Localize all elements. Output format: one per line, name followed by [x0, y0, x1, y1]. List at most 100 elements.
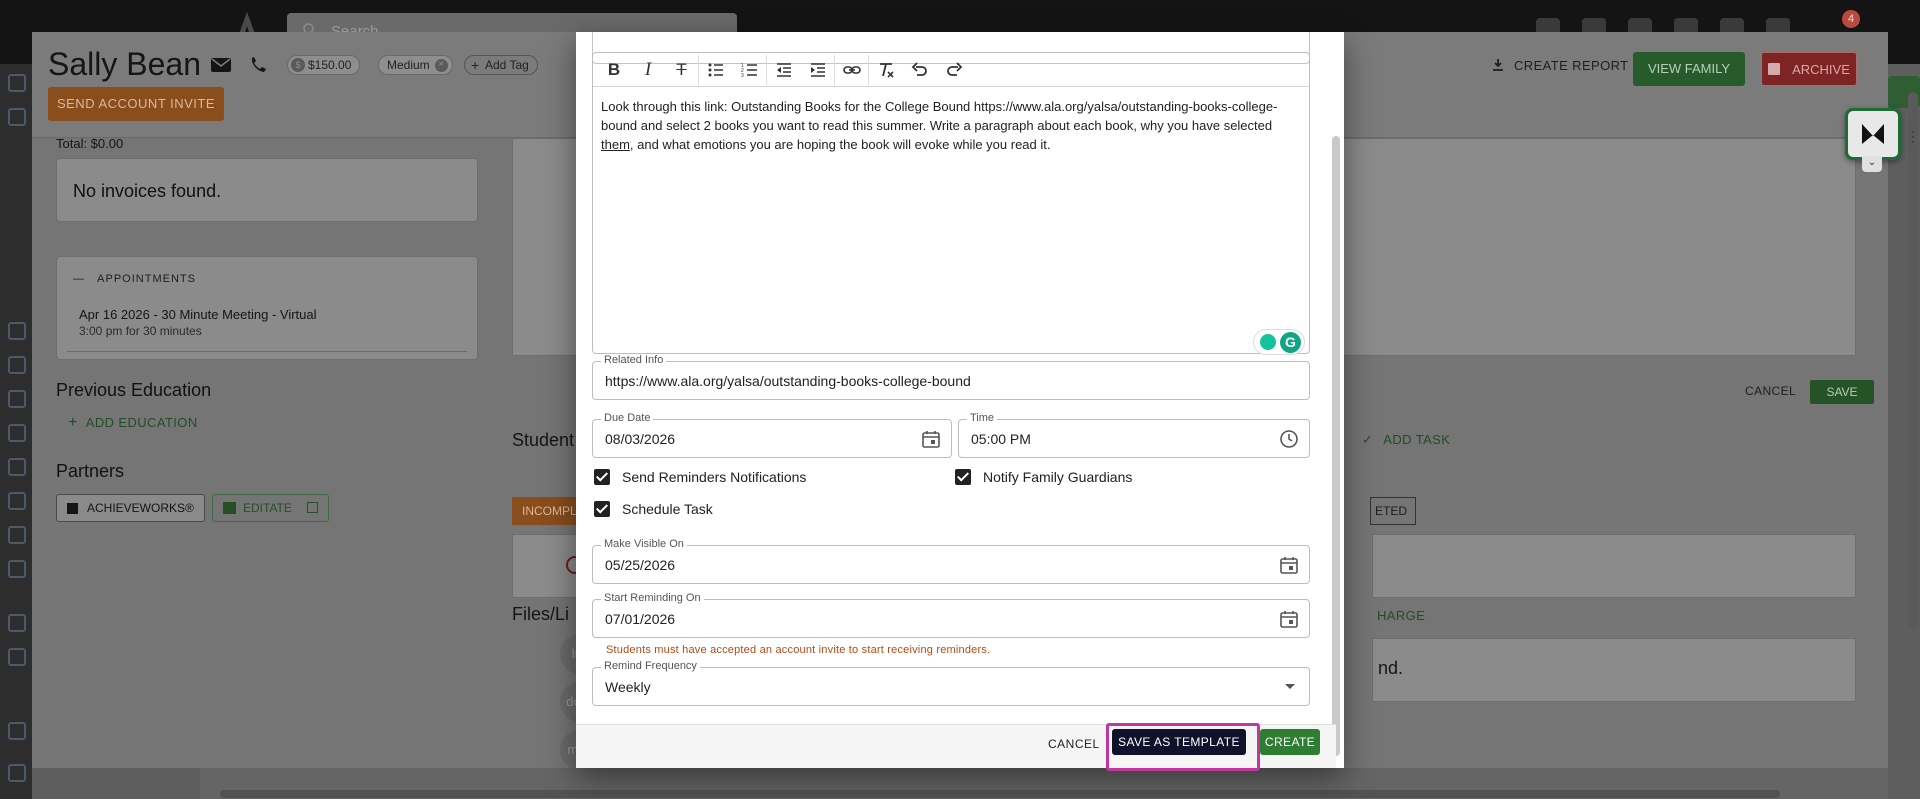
link-icon[interactable] — [835, 54, 869, 85]
editate-label: EDITATE — [243, 501, 292, 515]
archive-button[interactable]: ARCHIVE — [1761, 52, 1857, 86]
clock-icon[interactable] — [1279, 429, 1299, 449]
balance-chip[interactable]: $ $150.00 — [287, 55, 361, 75]
collapse-icon: — — [73, 273, 98, 285]
checkbox-checked-icon[interactable] — [594, 469, 610, 485]
partners-heading: Partners — [56, 461, 125, 481]
clear-format-icon[interactable] — [869, 55, 903, 85]
chart-icon — [67, 503, 78, 514]
time-field[interactable]: Time 05:00 PM — [958, 412, 1310, 458]
drag-handle-icon[interactable]: ⋮⋮ — [1906, 128, 1920, 145]
send-reminders-label: Send Reminders Notifications — [622, 469, 807, 485]
view-family-button[interactable]: VIEW FAMILY — [1633, 52, 1745, 86]
send-reminders-checkbox[interactable]: Send Reminders Notifications — [594, 469, 806, 485]
appointment-time: 3:00 pm for 30 minutes — [79, 324, 202, 338]
priority-label: Medium — [387, 58, 430, 72]
reminder-warning-text: Students must have accepted an account i… — [606, 644, 991, 656]
time-label: Time — [967, 412, 998, 424]
left-nav-rail — [0, 64, 32, 799]
related-info-field[interactable]: Related Info https://www.ala.org/yalsa/o… — [592, 354, 1310, 400]
create-report-button[interactable]: CREATE REPORT — [1492, 58, 1629, 73]
appointments-header[interactable]: — APPOINTMENTS — [73, 273, 196, 285]
plus-icon: + — [471, 57, 480, 73]
layers-icon[interactable] — [8, 322, 26, 340]
inbox-icon[interactable] — [8, 492, 26, 510]
list-icon[interactable] — [8, 458, 26, 476]
outdent-icon[interactable] — [767, 55, 801, 85]
dropdown-arrow-icon[interactable] — [1285, 684, 1295, 689]
signature-icon[interactable] — [8, 764, 26, 782]
library-icon[interactable] — [8, 356, 26, 374]
achieveworks-label: ACHIEVEWORKS® — [87, 501, 194, 515]
grammarly-icon[interactable]: G — [1280, 332, 1301, 353]
add-education-button[interactable]: + ADD EDUCATION — [68, 414, 198, 432]
indent-icon[interactable] — [801, 54, 835, 85]
mail-icon[interactable] — [8, 648, 26, 666]
bold-icon[interactable]: B — [597, 55, 631, 85]
cancel-button[interactable]: CANCEL — [1048, 737, 1100, 751]
numbered-list-icon[interactable]: 123 — [733, 54, 767, 85]
start-reminding-label: Start Reminding On — [601, 592, 704, 604]
add-tag-button[interactable]: + Add Tag — [464, 55, 538, 75]
schedule-task-label: Schedule Task — [622, 501, 713, 517]
email-icon[interactable] — [210, 56, 232, 74]
dollar-icon: $ — [291, 58, 305, 72]
horizontal-scrollbar[interactable] — [220, 790, 1780, 798]
checkbox-checked-icon[interactable] — [955, 469, 971, 485]
create-button[interactable]: CREATE — [1260, 729, 1320, 755]
time-value: 05:00 PM — [971, 431, 1031, 447]
dialog-scrollbar[interactable] — [1332, 136, 1340, 756]
achieveworks-button[interactable]: ACHIEVEWORKS® — [56, 494, 205, 522]
description-editor[interactable]: B I T 123 Look through this link: Outsta… — [592, 52, 1310, 355]
charge-button[interactable]: HARGE — [1377, 608, 1425, 623]
add-education-label: ADD EDUCATION — [85, 415, 198, 430]
bookmark-check-icon — [1862, 124, 1884, 144]
strikethrough-icon[interactable]: T — [665, 54, 699, 85]
workflow-icon[interactable] — [8, 390, 26, 408]
make-visible-field[interactable]: Make Visible On 05/25/2026 — [592, 538, 1310, 584]
focus-highlight — [1106, 723, 1260, 771]
add-task-button[interactable]: ✓ ADD TASK — [1362, 432, 1450, 448]
calendar-icon[interactable] — [1279, 555, 1299, 575]
dollar-icon[interactable] — [8, 722, 26, 740]
due-date-field[interactable]: Due Date 08/03/2026 — [592, 412, 952, 458]
redo-icon[interactable] — [937, 55, 971, 85]
chip-remove-icon[interactable]: × — [434, 59, 448, 72]
notes-save-button[interactable]: SAVE — [1810, 380, 1874, 404]
plus-icon: + — [68, 414, 78, 431]
undo-icon[interactable] — [903, 55, 937, 85]
widget-collapse-icon[interactable]: ⌄ — [1862, 156, 1882, 172]
calendar-icon[interactable] — [921, 429, 941, 449]
priority-chip[interactable]: Medium × — [378, 55, 453, 75]
schedule-task-checkbox[interactable]: Schedule Task — [594, 501, 713, 517]
bullet-list-icon[interactable] — [699, 55, 733, 85]
route-icon[interactable] — [8, 526, 26, 544]
appointment-title[interactable]: Apr 16 2026 - 30 Minute Meeting - Virtua… — [79, 307, 317, 322]
editate-button[interactable]: EDITATE — [212, 494, 330, 522]
notification-badge: 4 — [1842, 10, 1860, 28]
floating-widget-button[interactable] — [1845, 108, 1901, 160]
italic-icon[interactable]: I — [631, 55, 665, 85]
page-scrollbar[interactable] — [1908, 92, 1918, 630]
files-links-heading: Files/Li — [512, 604, 570, 624]
student-name: Sally Bean — [48, 46, 201, 82]
grammarly-widget[interactable]: G — [1253, 329, 1305, 355]
balance-amount: $150.00 — [308, 58, 352, 72]
start-reminding-field[interactable]: Start Reminding On 07/01/2026 — [592, 592, 1310, 638]
school-icon[interactable] — [8, 560, 26, 578]
people-icon[interactable] — [8, 108, 26, 126]
bulb-icon[interactable] — [1260, 334, 1276, 350]
notes-cancel-button[interactable]: CANCEL — [1745, 384, 1796, 398]
remind-frequency-select[interactable]: Remind Frequency Weekly — [592, 660, 1310, 706]
notify-guardians-checkbox[interactable]: Notify Family Guardians — [955, 469, 1132, 485]
send-account-invite-button[interactable]: SEND ACCOUNT INVITE — [48, 87, 224, 121]
checkbox-checked-icon[interactable] — [594, 501, 610, 517]
calendar-icon[interactable] — [1279, 609, 1299, 629]
phone-icon[interactable] — [248, 56, 270, 74]
checklist-icon[interactable] — [8, 424, 26, 442]
document-icon[interactable] — [8, 614, 26, 632]
student-tasks-heading: Student — [512, 430, 575, 450]
editor-content[interactable]: Look through this link: Outstanding Book… — [601, 97, 1301, 154]
tab-completed[interactable]: ETED — [1370, 497, 1416, 525]
dashboard-icon[interactable] — [8, 74, 26, 92]
